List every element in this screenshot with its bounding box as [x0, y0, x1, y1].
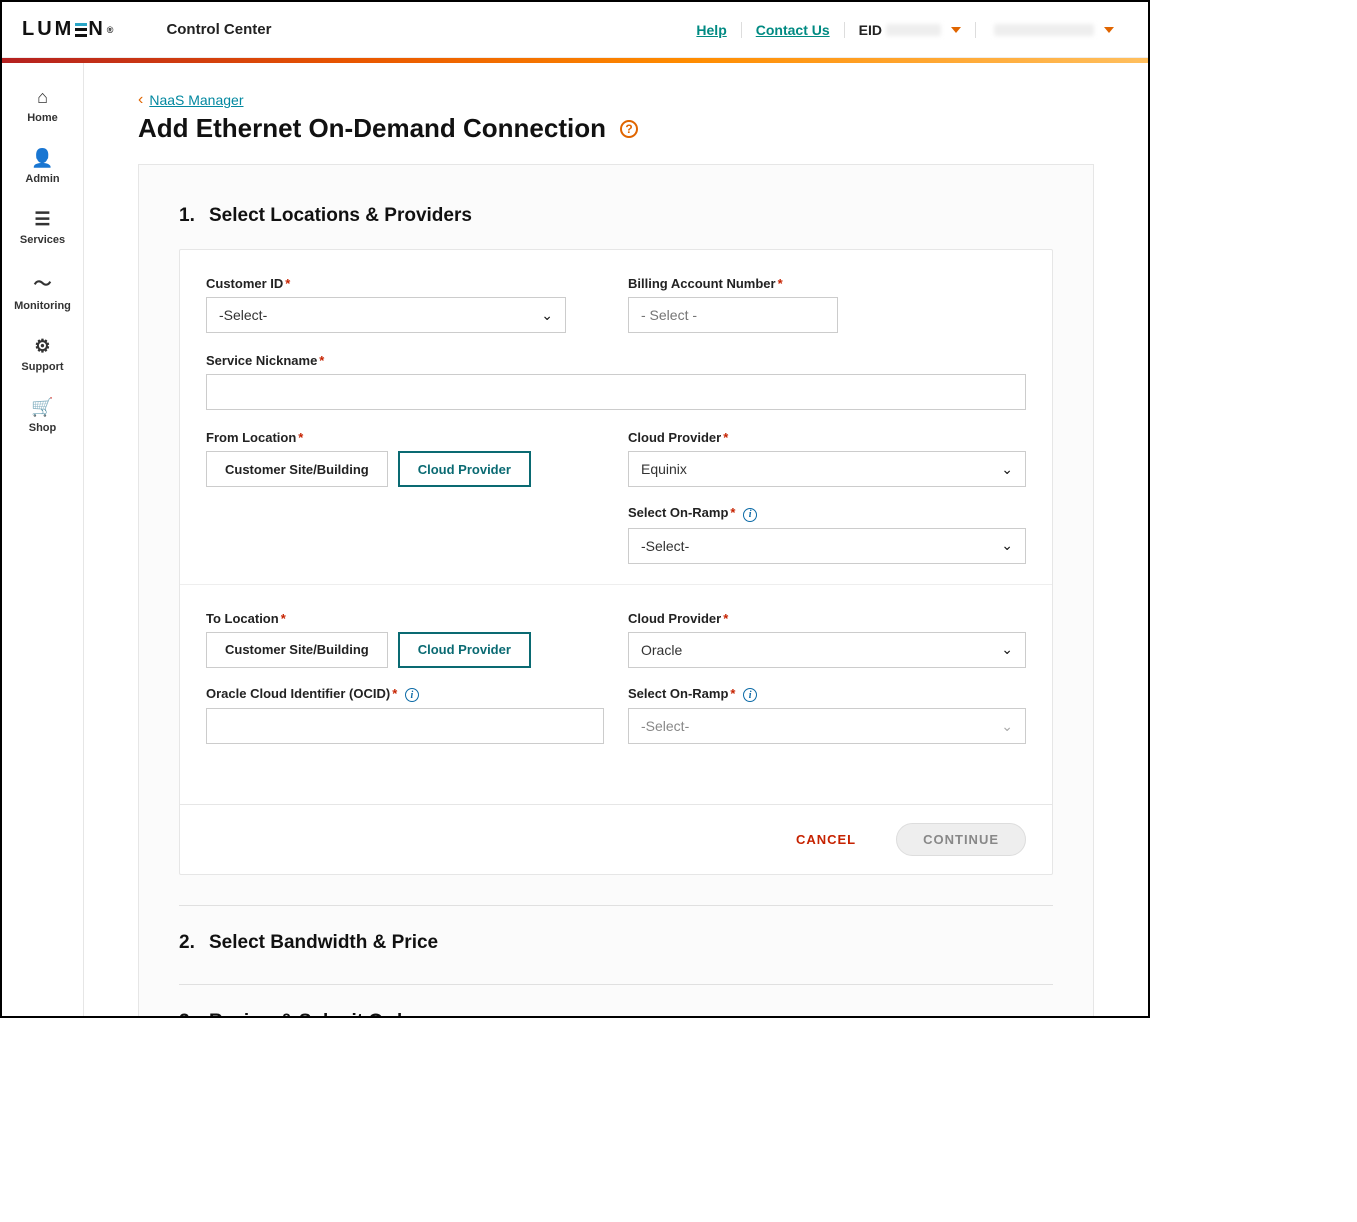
chevron-down-icon: ⌄ [1001, 718, 1013, 735]
step-divider [179, 905, 1053, 906]
lumen-logo[interactable]: L U M N ® [22, 18, 116, 41]
sidebar: ⌂ Home 👤 Admin ☰ Services 〜 Monitoring ⚙… [2, 63, 84, 1016]
info-icon[interactable]: i [405, 688, 419, 702]
services-icon: ☰ [34, 209, 50, 230]
nickname-input[interactable] [206, 374, 1026, 410]
step-divider [179, 984, 1053, 985]
sidebar-item-label: Admin [25, 173, 59, 185]
from-onramp-label: Select On-Ramp* i [628, 505, 1026, 522]
continue-button[interactable]: CONTINUE [896, 823, 1026, 856]
chevron-down-icon: ⌄ [541, 307, 553, 324]
wizard-panel: 1. Select Locations & Providers Customer… [138, 164, 1094, 1016]
chevron-down-icon: ⌄ [1001, 537, 1013, 554]
sidebar-item-shop[interactable]: 🛒 Shop [2, 385, 83, 446]
sidebar-item-support[interactable]: ⚙ Support [2, 324, 83, 385]
account-menu[interactable] [976, 24, 1128, 36]
chevron-down-icon: ⌄ [1001, 641, 1013, 658]
to-location-label: To Location* [206, 611, 604, 626]
info-icon[interactable]: i [743, 688, 757, 702]
sidebar-item-label: Shop [29, 422, 57, 434]
breadcrumb-link[interactable]: NaaS Manager [149, 92, 243, 108]
help-icon[interactable]: ? [620, 120, 638, 138]
ban-input[interactable] [628, 297, 838, 333]
chevron-down-icon [951, 27, 961, 33]
from-cloud-provider-select[interactable]: Equinix ⌄ [628, 451, 1026, 487]
monitoring-icon: 〜 [34, 270, 52, 296]
logo-e-icon [75, 23, 87, 37]
customer-id-label: Customer ID* [206, 276, 604, 291]
ocid-input[interactable] [206, 708, 604, 744]
account-value-obscured [994, 24, 1094, 36]
customer-id-select[interactable]: -Select- ⌄ [206, 297, 566, 333]
from-cloud-provider-label: Cloud Provider* [628, 430, 1026, 445]
to-cloud-button[interactable]: Cloud Provider [398, 632, 531, 668]
from-cloud-button[interactable]: Cloud Provider [398, 451, 531, 487]
ocid-label: Oracle Cloud Identifier (OCID)* i [206, 686, 604, 703]
sidebar-item-home[interactable]: ⌂ Home [2, 75, 83, 136]
chevron-down-icon [1104, 27, 1114, 33]
to-onramp-select[interactable]: -Select- ⌄ [628, 708, 1026, 744]
cancel-button[interactable]: CANCEL [796, 832, 856, 847]
breadcrumb: ‹ NaaS Manager [138, 91, 1094, 109]
support-icon: ⚙ [34, 336, 50, 357]
nickname-label: Service Nickname* [206, 353, 1026, 368]
admin-icon: 👤 [31, 148, 53, 169]
shop-icon: 🛒 [31, 397, 53, 418]
help-link[interactable]: Help [682, 22, 741, 38]
to-location-toggle: Customer Site/Building Cloud Provider [206, 632, 604, 668]
step2-header[interactable]: 2. Select Bandwidth & Price [179, 932, 1053, 954]
app-title: Control Center [166, 21, 271, 38]
sidebar-item-label: Home [27, 112, 58, 124]
chevron-left-icon[interactable]: ‹ [138, 91, 143, 109]
sidebar-item-label: Monitoring [14, 300, 71, 312]
step1-header: 1. Select Locations & Providers [179, 205, 1053, 227]
step3-header[interactable]: 3. Review & Submit Order [179, 1011, 1053, 1016]
ban-label: Billing Account Number* [628, 276, 1026, 291]
sidebar-item-services[interactable]: ☰ Services [2, 197, 83, 258]
from-location-label: From Location* [206, 430, 604, 445]
from-location-toggle: Customer Site/Building Cloud Provider [206, 451, 604, 487]
top-bar: L U M N ® Control Center Help Contact Us… [2, 2, 1148, 58]
from-site-button[interactable]: Customer Site/Building [206, 451, 388, 487]
to-cloud-provider-select[interactable]: Oracle ⌄ [628, 632, 1026, 668]
to-onramp-label: Select On-Ramp* i [628, 686, 1026, 703]
to-cloud-provider-label: Cloud Provider* [628, 611, 1026, 626]
card-footer: CANCEL CONTINUE [180, 804, 1052, 874]
to-site-button[interactable]: Customer Site/Building [206, 632, 388, 668]
page-title: Add Ethernet On-Demand Connection ? [138, 113, 1094, 144]
from-onramp-select[interactable]: -Select- ⌄ [628, 528, 1026, 564]
sidebar-item-admin[interactable]: 👤 Admin [2, 136, 83, 197]
step1-card: Customer ID* -Select- ⌄ Billing Account … [179, 249, 1053, 875]
eid-menu[interactable]: EID [845, 22, 976, 38]
chevron-down-icon: ⌄ [1001, 461, 1013, 478]
sidebar-item-label: Support [21, 361, 63, 373]
eid-value-obscured [886, 24, 941, 36]
section-divider [180, 584, 1052, 585]
sidebar-item-monitoring[interactable]: 〜 Monitoring [2, 258, 83, 324]
home-icon: ⌂ [37, 87, 48, 108]
contact-link[interactable]: Contact Us [742, 22, 845, 38]
info-icon[interactable]: i [743, 508, 757, 522]
sidebar-item-label: Services [20, 234, 65, 246]
